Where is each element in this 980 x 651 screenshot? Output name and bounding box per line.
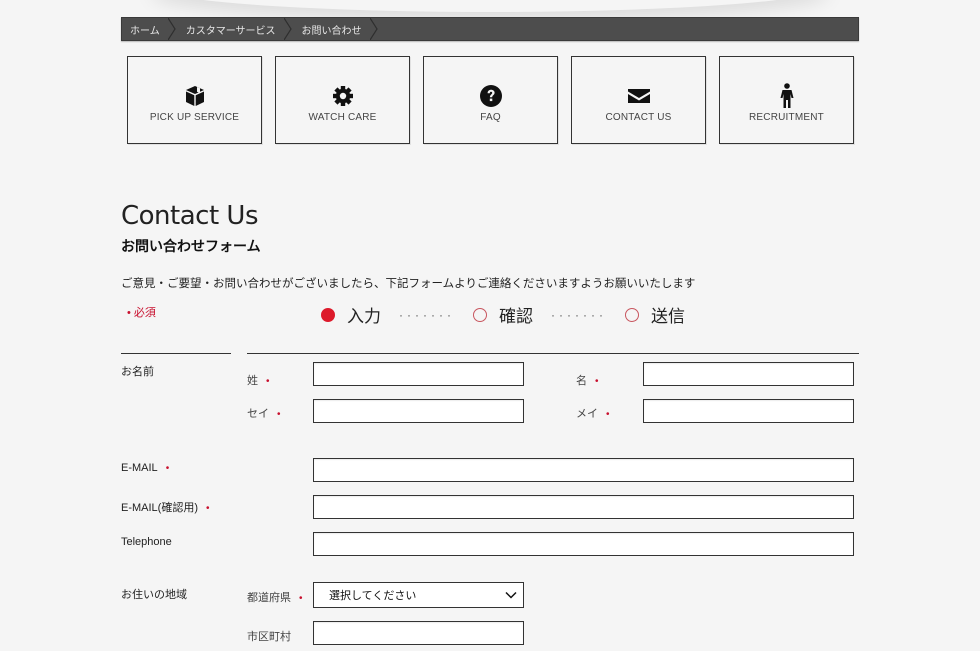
- nav-faq[interactable]: FAQ: [423, 56, 558, 144]
- name-section-label: お名前: [121, 366, 154, 378]
- chevron-right-icon: [369, 18, 378, 40]
- field-label-text: E-MAIL: [121, 462, 158, 474]
- required-note: • 必須: [127, 307, 156, 319]
- step-label: 送信: [650, 307, 685, 326]
- step-label: 入力: [347, 307, 381, 326]
- step-confirm: 確認: [472, 302, 533, 327]
- first-name-input[interactable]: [643, 362, 854, 386]
- form-steps: 入力 ······· 確認 ······· 送信: [321, 302, 685, 327]
- field-label-text: 都道府県: [247, 592, 291, 604]
- required-mark: •: [299, 593, 303, 604]
- step-label: 確認: [498, 307, 533, 326]
- telephone-label: Telephone: [121, 536, 172, 548]
- required-mark: •: [206, 503, 210, 514]
- service-nav: PICK UP SERVICE WATCH CARE FAQ CONTACT U…: [127, 56, 854, 144]
- last-name-kana-input[interactable]: [313, 399, 524, 423]
- nav-label: FAQ: [480, 111, 501, 123]
- breadcrumb: ホーム カスタマーサービス お問い合わせ: [121, 17, 859, 41]
- field-label-text: メイ: [576, 408, 598, 420]
- nav-label: PICK UP SERVICE: [149, 111, 240, 123]
- city-input[interactable]: [313, 621, 524, 645]
- last-name-input[interactable]: [313, 362, 524, 386]
- nav-watch-care[interactable]: WATCH CARE: [275, 56, 410, 144]
- step-send: 送信: [624, 302, 685, 327]
- email-label: E-MAIL •: [121, 462, 169, 474]
- required-mark: •: [606, 409, 610, 420]
- nav-contact-us[interactable]: CONTACT US: [571, 56, 706, 144]
- chevron-right-icon: [283, 18, 292, 40]
- field-label-text: セイ: [247, 408, 269, 420]
- breadcrumb-contact[interactable]: お問い合わせ: [292, 18, 378, 40]
- chevron-right-icon: [167, 18, 176, 40]
- step-inactive-dot-icon: [624, 307, 639, 322]
- required-mark: •: [277, 409, 281, 420]
- first-name-label: 名 •: [576, 372, 599, 388]
- divider: [121, 353, 231, 354]
- first-name-kana-label: メイ •: [576, 405, 610, 421]
- header-shadow: [150, 0, 830, 12]
- field-label-text: E-MAIL(確認用): [121, 502, 198, 514]
- breadcrumb-label: お問い合わせ: [301, 25, 362, 37]
- field-label-text: 名: [576, 375, 587, 387]
- person-icon: [775, 82, 799, 108]
- step-separator: ·······: [399, 307, 455, 322]
- question-circle-icon: [479, 84, 503, 108]
- field-label-text: 姓: [247, 375, 258, 387]
- step-inactive-dot-icon: [472, 307, 487, 322]
- breadcrumb-label: カスタマーサービス: [185, 25, 276, 37]
- prefecture-selected-value: 選択してください: [329, 590, 417, 602]
- nav-label: RECRUITMENT: [749, 111, 824, 123]
- gear-icon: [331, 84, 355, 108]
- page-subtitle: お問い合わせフォーム: [121, 238, 261, 254]
- required-mark: •: [595, 376, 599, 387]
- breadcrumb-label: ホーム: [130, 25, 160, 37]
- nav-recruitment[interactable]: RECRUITMENT: [719, 56, 854, 144]
- address-section-label: お住いの地域: [121, 589, 187, 601]
- prefecture-select[interactable]: 選択してください: [313, 582, 524, 608]
- step-separator: ·······: [550, 307, 607, 322]
- required-mark: •: [165, 463, 170, 474]
- nav-label: CONTACT US: [605, 111, 672, 123]
- page-title: Contact Us: [121, 201, 259, 231]
- breadcrumb-home[interactable]: ホーム: [122, 18, 176, 40]
- last-name-kana-label: セイ •: [247, 405, 281, 421]
- first-name-kana-input[interactable]: [643, 399, 854, 423]
- email-confirm-label: E-MAIL(確認用) •: [121, 499, 210, 515]
- last-name-label: 姓 •: [247, 372, 270, 388]
- step-active-dot-icon: [321, 307, 335, 322]
- email-confirm-input[interactable]: [313, 495, 854, 519]
- nav-pick-up-service[interactable]: PICK UP SERVICE: [127, 56, 262, 144]
- divider: [247, 353, 859, 354]
- intro-text: ご意見・ご要望・お問い合わせがございましたら、下記フォームよりご連絡くださいます…: [121, 278, 696, 290]
- prefecture-label: 都道府県 •: [247, 589, 303, 605]
- city-label: 市区町村: [247, 631, 291, 643]
- telephone-input[interactable]: [313, 532, 854, 556]
- step-input: 入力: [321, 302, 381, 327]
- envelope-icon: [627, 84, 651, 108]
- breadcrumb-customer-service[interactable]: カスタマーサービス: [176, 18, 292, 40]
- nav-label: WATCH CARE: [308, 111, 377, 123]
- chevron-down-icon: [505, 591, 517, 599]
- required-mark: •: [266, 376, 270, 387]
- email-input[interactable]: [313, 458, 854, 482]
- package-icon: [183, 84, 207, 108]
